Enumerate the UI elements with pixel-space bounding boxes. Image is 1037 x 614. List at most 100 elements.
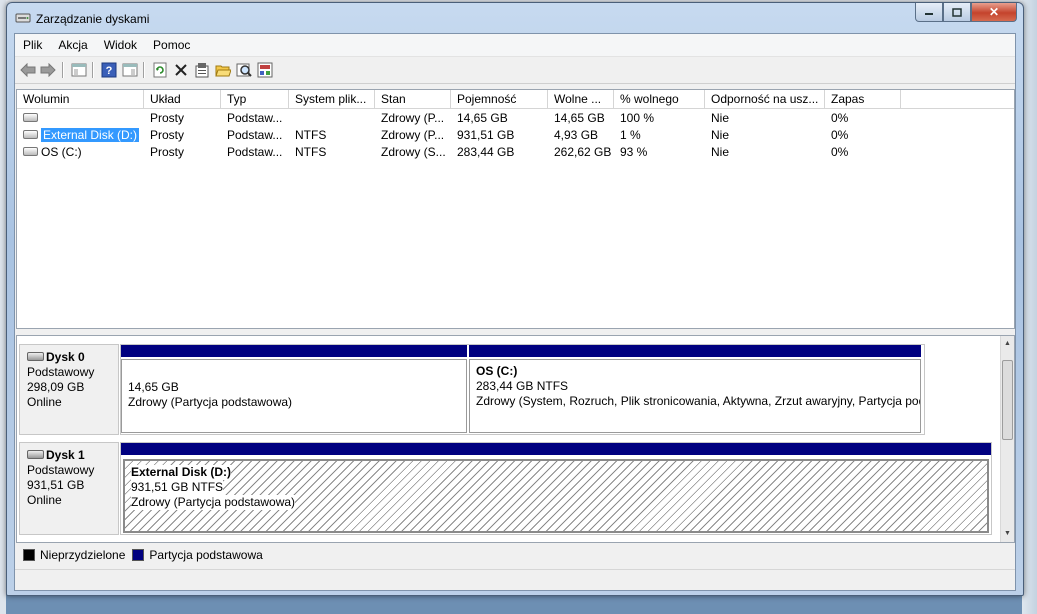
minimize-button[interactable] xyxy=(915,3,943,22)
disk-type: Podstawowy xyxy=(27,463,95,477)
disk-type: Podstawowy xyxy=(27,365,95,379)
column-header-wolumin[interactable]: Wolumin xyxy=(17,90,144,108)
partition-title: OS (C:) xyxy=(476,364,518,378)
title-bar[interactable]: Zarządzanie dyskami ✕ xyxy=(7,3,1023,33)
volume-cell xyxy=(17,110,144,127)
disk-map: Dysk 0 Podstawowy 298,09 GB Online 14,65… xyxy=(16,335,1015,543)
capacity-cell: 931,51 GB xyxy=(457,128,515,142)
overhead-cell: 0% xyxy=(831,145,849,159)
column-header-pojemnosc[interactable]: Pojemność xyxy=(451,90,548,108)
volume-name: OS (C:) xyxy=(41,145,82,159)
scroll-thumb[interactable] xyxy=(1002,360,1013,440)
help-icon[interactable]: ? xyxy=(100,62,117,78)
partition-bar xyxy=(121,345,467,357)
layout-cell: Prosty xyxy=(150,145,185,159)
scroll-down-icon[interactable]: ▼ xyxy=(1004,530,1011,537)
drive-icon xyxy=(23,113,38,123)
layout-cell: Prosty xyxy=(150,128,185,142)
free-space-cell: 262,62 GB xyxy=(554,145,612,159)
help-topics-icon[interactable] xyxy=(256,62,273,78)
back-icon[interactable] xyxy=(19,62,36,78)
scroll-up-icon[interactable]: ▲ xyxy=(1004,340,1011,347)
capacity-cell: 14,65 GB xyxy=(457,111,508,125)
drive-icon xyxy=(23,130,38,140)
type-cell: Podstaw... xyxy=(227,128,283,142)
toolbar-separator xyxy=(143,62,144,78)
legend-primary-partition: Partycja podstawowa xyxy=(149,548,263,562)
delete-icon[interactable] xyxy=(172,62,189,78)
disk-1-label[interactable]: Dysk 1 Podstawowy 931,51 GB Online xyxy=(19,442,119,535)
console-tree-icon[interactable] xyxy=(70,62,87,78)
column-header-uklad[interactable]: Układ xyxy=(144,90,221,108)
volume-cell: OS (C:) xyxy=(17,144,144,161)
explore-icon[interactable] xyxy=(235,62,252,78)
action-pane-icon[interactable] xyxy=(121,62,138,78)
window-controls: ✕ xyxy=(915,3,1017,23)
toolbar: ? xyxy=(15,57,1015,84)
disk-icon xyxy=(27,352,44,362)
properties-icon[interactable] xyxy=(193,62,210,78)
partition-bar xyxy=(469,345,921,357)
menu-akcja[interactable]: Akcja xyxy=(50,38,95,52)
column-header-wolne[interactable]: Wolne ... xyxy=(548,90,614,108)
overhead-cell: 0% xyxy=(831,111,849,125)
background-right xyxy=(1022,0,1037,614)
table-row[interactable]: Prosty Podstaw... Zdrowy (P... 14,65 GB … xyxy=(17,110,1014,127)
svg-text:?: ? xyxy=(105,65,112,77)
column-header-system-plikow[interactable]: System plik... xyxy=(289,90,375,108)
disk-map-scrollbar[interactable]: ▲ ▼ xyxy=(1000,336,1014,542)
table-row[interactable]: External Disk (D:) Prosty Podstaw... NTF… xyxy=(17,127,1014,144)
refresh-icon[interactable] xyxy=(151,62,168,78)
disk-name: Dysk 0 xyxy=(46,350,85,364)
drive-icon xyxy=(23,147,38,157)
status-cell: Zdrowy (P... xyxy=(381,111,445,125)
disk-status: Online xyxy=(27,395,62,409)
legend-swatch-primary xyxy=(132,549,145,561)
partition-size: 931,51 GB NTFS xyxy=(131,480,224,495)
column-header-procent-wolnego[interactable]: % wolnego xyxy=(614,90,705,108)
overhead-cell: 0% xyxy=(831,128,849,142)
disk-icon xyxy=(27,450,44,460)
disk-0-label[interactable]: Dysk 0 Podstawowy 298,09 GB Online xyxy=(19,344,119,435)
partition-status: Zdrowy (Partycja podstawowa) xyxy=(131,495,296,510)
legend-unallocated: Nieprzydzielone xyxy=(40,548,126,562)
column-header-odpornosc[interactable]: Odporność na usz... xyxy=(705,90,825,108)
fault-tolerance-cell: Nie xyxy=(711,128,730,142)
partition-os-c[interactable]: OS (C:) 283,44 GB NTFS Zdrowy (System, R… xyxy=(469,359,921,433)
disk-1-partitions: External Disk (D:) 931,51 GB NTFS Zdrowy… xyxy=(120,442,992,535)
disk-size: 298,09 GB xyxy=(27,380,85,394)
volume-name: External Disk (D:) xyxy=(41,128,140,142)
free-space-cell: 14,65 GB xyxy=(554,111,605,125)
close-button[interactable]: ✕ xyxy=(971,3,1017,22)
maximize-icon xyxy=(952,7,962,17)
disk-name: Dysk 1 xyxy=(46,448,85,462)
minimize-icon xyxy=(925,13,933,15)
status-cell: Zdrowy (P... xyxy=(381,128,445,142)
type-cell: Podstaw... xyxy=(227,145,283,159)
table-row[interactable]: OS (C:) Prosty Podstaw... NTFS Zdrowy (S… xyxy=(17,144,1014,161)
maximize-button[interactable] xyxy=(943,3,971,22)
toolbar-separator xyxy=(92,62,93,78)
close-icon: ✕ xyxy=(988,5,1000,19)
window-title: Zarządzanie dyskami xyxy=(36,12,150,26)
menu-pomoc[interactable]: Pomoc xyxy=(145,38,198,52)
volume-list-header: Wolumin Układ Typ System plik... Stan Po… xyxy=(17,90,1014,109)
volume-cell: External Disk (D:) xyxy=(17,127,144,144)
percent-free-cell: 1 % xyxy=(620,128,641,142)
partition-status: Zdrowy (Partycja podstawowa) xyxy=(128,395,293,409)
disk-size: 931,51 GB xyxy=(27,478,85,492)
disk-status: Online xyxy=(27,493,62,507)
column-header-typ[interactable]: Typ xyxy=(221,90,289,108)
partition-external-d[interactable]: External Disk (D:) 931,51 GB NTFS Zdrowy… xyxy=(123,459,989,533)
partition-unlabeled[interactable]: 14,65 GB Zdrowy (Partycja podstawowa) xyxy=(121,359,467,433)
filesystem-cell: NTFS xyxy=(295,128,327,142)
forward-icon[interactable] xyxy=(39,62,56,78)
partition-title: External Disk (D:) xyxy=(131,465,232,480)
column-header-zapas[interactable]: Zapas xyxy=(825,90,901,108)
menu-widok[interactable]: Widok xyxy=(96,38,145,52)
column-header-stan[interactable]: Stan xyxy=(375,90,451,108)
toolbar-separator xyxy=(62,62,63,78)
open-icon[interactable] xyxy=(214,62,231,78)
menu-plik[interactable]: Plik xyxy=(15,38,50,52)
partition-status: Zdrowy (System, Rozruch, Plik stronicowa… xyxy=(476,394,920,408)
